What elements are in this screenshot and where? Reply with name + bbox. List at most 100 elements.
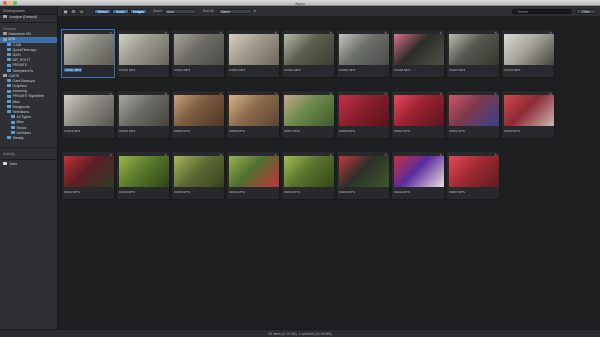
- sidebar-item-label: Card Backups: [12, 78, 36, 83]
- clip-filename: 00256.MTS: [174, 129, 190, 133]
- folder-icon: [7, 136, 11, 140]
- workspace-selector[interactable]: Analyze (Default): [0, 15, 57, 20]
- sidebar-item-label: MXG: [12, 52, 21, 57]
- clip-thumbnail: [119, 156, 169, 187]
- clip-filename: 00258.MTS: [229, 129, 245, 133]
- clip-tile[interactable]: ✎ C0016.MP4: [446, 29, 500, 78]
- clip-tile[interactable]: ✎ 00250.MTS: [501, 90, 555, 139]
- clip-thumbnail: [174, 95, 224, 126]
- preview-view-button[interactable]: ▭: [78, 8, 85, 14]
- folder-icon: [7, 48, 11, 52]
- devices-section-label: Devices: [3, 27, 17, 32]
- sidebar-item[interactable]: Steady: [0, 136, 57, 141]
- clip-thumbnail: [449, 95, 499, 126]
- sidebar-item-label: All Types: [16, 115, 32, 120]
- clip-tile[interactable]: ✎ C0020.MP4: [336, 29, 390, 78]
- zoom-select[interactable]: Auto: [164, 8, 196, 14]
- sort-direction-icon[interactable]: ▾: [254, 9, 256, 13]
- clip-filename: C0015.MP4: [504, 68, 521, 72]
- sidebar-item-label: Graphics: [12, 84, 27, 89]
- clip-tile[interactable]: ✎ 00287.MTS: [446, 151, 500, 200]
- clip-tile[interactable]: ✎ C0015.MP4: [501, 29, 555, 78]
- clip-grid: ✎ C0011.MP4 ✎ C0012.MP4 ✎ C0013.MP4 ✎ C0022.MP4…: [58, 17, 600, 329]
- sort-select[interactable]: Name: [218, 8, 252, 14]
- clip-filename: C0013.MP4: [174, 68, 191, 72]
- clip-thumbnail: [504, 95, 554, 126]
- drive-icon: [3, 37, 7, 41]
- clip-tile[interactable]: ✎ 00232.MTS: [61, 151, 115, 200]
- folder-icon: [11, 131, 15, 135]
- filter-audio-button[interactable]: Audio: [112, 8, 129, 14]
- clip-tile[interactable]: ✎ C0023.MP4: [281, 29, 335, 78]
- clip-tile[interactable]: ✎ 00235.MTS: [171, 151, 225, 200]
- clip-filename: 00236.MTS: [119, 190, 135, 194]
- clip-filename: 00232.MTS: [64, 190, 80, 194]
- sidebar-divider: [0, 22, 57, 24]
- folder-icon: [11, 125, 15, 129]
- clip-thumbnail: [394, 95, 444, 126]
- drive-icon: [3, 32, 7, 36]
- clip-tile[interactable]: ✎ 00257.MTS: [281, 90, 335, 139]
- workspaces-header: Workspaces: [0, 6, 57, 15]
- clip-tile[interactable]: ✎ 00251.MTS: [446, 90, 500, 139]
- sidebar-item-label: Samples.k7s: [12, 68, 34, 73]
- clip-filename: 00235.MTS: [174, 190, 190, 194]
- grid-view-button[interactable]: ▦: [62, 8, 69, 14]
- clip-tile[interactable]: ✎ C0022.MP4: [226, 29, 280, 78]
- sidebar-item-label: PRIVATE Stylebible: [12, 94, 44, 99]
- clip-thumbnail: [119, 95, 169, 126]
- clip-filename: C0014.MP4: [119, 129, 136, 133]
- status-text: 26 items (2.12 GB), 1 selected (21.55 MB…: [268, 332, 332, 336]
- sidebar-item-label: Stoics: [16, 125, 27, 130]
- clip-filename: C0018.MP4: [394, 68, 411, 72]
- jobs-icon: [3, 162, 7, 166]
- jobs-item[interactable]: Jobs: [0, 162, 57, 167]
- clip-tile[interactable]: ✎ 00253.MTS: [391, 90, 445, 139]
- clip-tile[interactable]: ✎ 00233.MTS: [281, 151, 335, 200]
- clip-filename: 00255.MTS: [339, 129, 355, 133]
- clip-tile[interactable]: ✎ 00236.MTS: [116, 151, 170, 200]
- sidebar-divider: [0, 147, 57, 149]
- toolbar: ▦ ☰ ▭ Videos Audio Images Zoom Auto Sort…: [58, 6, 600, 17]
- sidebar-item-label: K75: [8, 37, 15, 42]
- sidebar: Workspaces Analyze (Default) Devices Mac…: [0, 6, 58, 329]
- clip-thumbnail: [119, 34, 169, 65]
- sidebar-item-label: CMOS: [8, 73, 20, 78]
- clip-filename: 00251.MTS: [449, 129, 465, 133]
- filter-videos-button[interactable]: Videos: [94, 8, 111, 14]
- sidebar-item-label: Macintosh HD: [8, 32, 32, 37]
- clip-tile[interactable]: ✎ C0018.MP4: [391, 29, 445, 78]
- clip-filename: C0011.MP4: [64, 68, 83, 72]
- clip-tile[interactable]: ✎ C0012.MP4: [116, 29, 170, 78]
- search-input[interactable]: Search: [512, 8, 572, 14]
- clip-tile[interactable]: ✎ 00234.MTS: [226, 151, 280, 200]
- zoom-label: Zoom: [153, 9, 162, 13]
- clip-tile[interactable]: ✎ 00256.MTS: [171, 90, 225, 139]
- status-bar: 26 items (2.12 GB), 1 selected (21.55 MB…: [0, 329, 600, 337]
- list-view-button[interactable]: ☰: [70, 8, 77, 14]
- folder-icon: [7, 68, 11, 72]
- clip-tile[interactable]: ✎ 00258.MTS: [226, 90, 280, 139]
- folder-icon: [7, 42, 11, 46]
- sidebar-item-label: C136: [12, 42, 22, 47]
- folder-icon: [7, 84, 11, 88]
- clip-thumbnail: [394, 34, 444, 65]
- clip-thumbnail: [229, 156, 279, 187]
- filter-images-button[interactable]: Images: [130, 8, 147, 14]
- clip-thumbnail: [339, 95, 389, 126]
- clip-tile[interactable]: ✎ C0013.MP4: [61, 90, 115, 139]
- clip-tile[interactable]: ✎ 00230.MTS: [336, 151, 390, 200]
- clip-tile[interactable]: ✎ 00244.MTS: [391, 151, 445, 200]
- clip-filename: 00244.MTS: [394, 190, 410, 194]
- sidebar-item-label: Steady: [12, 135, 24, 140]
- filter-menu-button[interactable]: Filter: [576, 8, 596, 14]
- clip-filename: C0012.MP4: [119, 68, 136, 72]
- window-title: Kyno: [295, 0, 305, 6]
- clip-tile[interactable]: ✎ C0011.MP4: [61, 29, 115, 78]
- sidebar-item-label: Misc: [12, 99, 20, 104]
- clip-tile[interactable]: ✎ C0014.MP4: [116, 90, 170, 139]
- activity-section-label: Activity: [3, 152, 16, 157]
- clip-tile[interactable]: ✎ 00255.MTS: [336, 90, 390, 139]
- clip-tile[interactable]: ✎ C0013.MP4: [171, 29, 225, 78]
- folder-icon: [7, 94, 11, 98]
